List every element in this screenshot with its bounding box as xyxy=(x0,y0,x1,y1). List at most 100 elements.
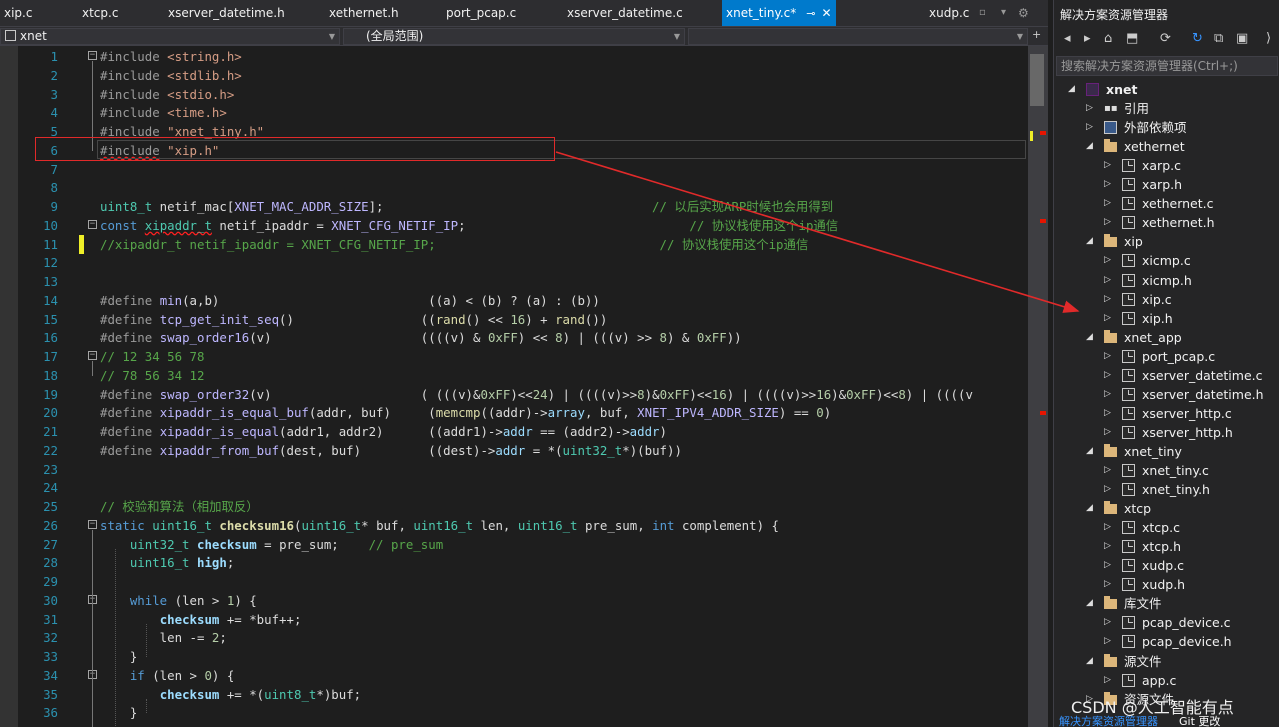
tab-solution-explorer[interactable]: 解决方案资源管理器 xyxy=(1059,716,1158,727)
tree-item-xserver-datetime-h[interactable]: ▷ xserver_datetime.h xyxy=(1054,385,1278,404)
tab-xnet-tiny-c[interactable]: xnet_tiny.c* ⊸ ✕ xyxy=(722,0,836,26)
code-line[interactable]: 21 #define xipaddr_is_equal(addr1, addr2)… xyxy=(0,422,1028,441)
code-line[interactable]: 2 #include <stdlib.h> xyxy=(0,66,1028,85)
pin-icon[interactable]: ⊸ xyxy=(806,7,815,20)
tree-item-xethernet[interactable]: ◢ xethernet xyxy=(1054,137,1278,156)
code-line[interactable]: 13 xyxy=(0,272,1028,291)
expand-arrow-icon[interactable]: ▷ xyxy=(1104,175,1111,194)
tree-item-xudp-c[interactable]: ▷ xudp.c xyxy=(1054,556,1278,575)
code-line[interactable]: 14 #define min(a,b) ((a) < (b) ? (a) : (b… xyxy=(0,291,1028,310)
code-text[interactable]: // 12 34 56 78 xyxy=(100,347,204,366)
code-text[interactable]: // 校验和算法（相加取反） xyxy=(100,497,259,516)
expand-arrow-icon[interactable]: ▷ xyxy=(1104,251,1111,270)
code-line[interactable]: 33 } xyxy=(0,647,1028,666)
member-dropdown[interactable]: ▼ xyxy=(688,28,1028,45)
code-text[interactable]: #define xipaddr_is_equal(addr1, addr2) (… xyxy=(100,422,667,441)
expand-arrow-icon[interactable]: ▷ xyxy=(1104,385,1111,404)
scope-dropdown[interactable]: (全局范围) ▼ xyxy=(343,28,685,45)
tab-port-pcap-c[interactable]: port_pcap.c xyxy=(446,0,516,26)
refresh-icon[interactable]: ↻ xyxy=(1192,31,1203,46)
home-icon[interactable]: ⌂ xyxy=(1104,31,1112,46)
tree-item-pcap-device-c[interactable]: ▷ pcap_device.c xyxy=(1054,613,1278,632)
code-line[interactable]: 25 // 校验和算法（相加取反） xyxy=(0,497,1028,516)
code-line[interactable]: 7 xyxy=(0,160,1028,179)
tree-item-xethernet-c[interactable]: ▷ xethernet.c xyxy=(1054,194,1278,213)
tab-xserver-datetime-c[interactable]: xserver_datetime.c xyxy=(567,0,683,26)
code-line[interactable]: 10 − const xipaddr_t netif_ipaddr = XNET_C… xyxy=(0,216,1028,235)
code-line[interactable]: 20 #define xipaddr_is_equal_buf(addr, buf… xyxy=(0,403,1028,422)
code-line[interactable]: 30− while (len > 1) { xyxy=(0,591,1028,610)
tree-item-xicmp-h[interactable]: ▷ xicmp.h xyxy=(1054,271,1278,290)
fold-toggle-icon[interactable]: − xyxy=(88,51,97,60)
code-text[interactable]: #define tcp_get_init_seq() ((rand() << 1… xyxy=(100,310,607,329)
code-line[interactable]: 34− if (len > 0) { xyxy=(0,666,1028,685)
forward-icon[interactable]: ▸ xyxy=(1084,31,1091,46)
code-line[interactable]: 19 #define swap_order32(v) ( (((v)&0xFF)<… xyxy=(0,385,1028,404)
settings-gear-icon[interactable]: ⚙ xyxy=(1018,0,1029,26)
more-icon[interactable]: ⟩ xyxy=(1266,31,1271,46)
code-text[interactable]: #include <stdlib.h> xyxy=(100,66,242,85)
code-text[interactable]: #define swap_order32(v) ( (((v)&0xFF)<<2… xyxy=(100,385,973,404)
code-text[interactable]: const xipaddr_t netif_ipaddr = XNET_CFG_… xyxy=(100,216,838,235)
expand-arrow-icon[interactable]: ▷ xyxy=(1104,156,1111,175)
code-text[interactable]: #include <stdio.h> xyxy=(100,85,234,104)
expand-arrow-icon[interactable]: ▷ xyxy=(1104,480,1111,499)
fold-toggle-icon[interactable]: − xyxy=(88,351,97,360)
code-text[interactable]: // 78 56 34 12 xyxy=(100,366,204,385)
code-line[interactable]: 23 xyxy=(0,460,1028,479)
code-line[interactable]: 29 xyxy=(0,572,1028,591)
expand-arrow-icon[interactable]: ▷ xyxy=(1104,366,1111,385)
code-line[interactable]: 9 uint8_t netif_mac[XNET_MAC_ADDR_SIZE]; … xyxy=(0,197,1028,216)
code-line[interactable]: 22 #define xipaddr_from_buf(dest, buf) ((… xyxy=(0,441,1028,460)
code-text[interactable]: checksum += *(uint8_t*)buf; xyxy=(100,685,361,704)
tab-git-changes[interactable]: Git 更改 xyxy=(1179,716,1220,727)
collapse-arrow-icon[interactable]: ◢ xyxy=(1086,442,1093,461)
tree-item-xserver-http-c[interactable]: ▷ xserver_http.c xyxy=(1054,404,1278,423)
code-text[interactable]: #define xipaddr_is_equal_buf(addr, buf) … xyxy=(100,403,831,422)
code-text[interactable]: uint8_t netif_mac[XNET_MAC_ADDR_SIZE]; /… xyxy=(100,197,833,216)
expand-arrow-icon[interactable]: ▷ xyxy=(1086,118,1093,137)
expand-arrow-icon[interactable]: ▷ xyxy=(1104,671,1111,690)
expand-arrow-icon[interactable]: ▷ xyxy=(1104,461,1111,480)
code-text[interactable]: len -= 2; xyxy=(100,628,227,647)
history-icon[interactable]: ⟳ xyxy=(1160,31,1171,46)
expand-arrow-icon[interactable]: ▷ xyxy=(1104,347,1111,366)
tree-item-xtcp-c[interactable]: ▷ xtcp.c xyxy=(1054,518,1278,537)
switch-view-icon[interactable]: ⬒ xyxy=(1126,31,1138,46)
code-text[interactable]: while (len > 1) { xyxy=(100,591,257,610)
expand-arrow-icon[interactable]: ▷ xyxy=(1104,518,1111,537)
fold-toggle-icon[interactable]: − xyxy=(88,219,97,229)
expand-arrow-icon[interactable]: ▷ xyxy=(1104,271,1111,290)
expand-arrow-icon[interactable]: ▷ xyxy=(1104,309,1111,328)
split-editor-icon[interactable]: + xyxy=(1032,28,1041,41)
code-text[interactable]: #include <time.h> xyxy=(100,103,227,122)
tree-item-xtcp[interactable]: ◢ xtcp xyxy=(1054,499,1278,518)
code-text[interactable]: #define xipaddr_from_buf(dest, buf) ((de… xyxy=(100,441,682,460)
collapse-arrow-icon[interactable]: ◢ xyxy=(1086,137,1093,156)
code-line[interactable]: 3 #include <stdio.h> xyxy=(0,85,1028,104)
code-text[interactable]: #include <string.h> xyxy=(100,47,242,66)
code-text[interactable]: } xyxy=(100,703,137,722)
expand-arrow-icon[interactable]: ▷ xyxy=(1104,556,1111,575)
code-line[interactable]: 18 // 78 56 34 12 xyxy=(0,366,1028,385)
code-line[interactable]: 36 } xyxy=(0,703,1028,722)
explorer-search-input[interactable]: 搜索解决方案资源管理器(Ctrl+;) xyxy=(1056,56,1278,76)
code-text[interactable]: #define min(a,b) ((a) < (b) ? (a) : (b)) xyxy=(100,291,600,310)
expand-arrow-icon[interactable]: ▷ xyxy=(1104,575,1111,594)
tree-item-xethernet-h[interactable]: ▷ xethernet.h xyxy=(1054,213,1278,232)
tab-list-dropdown-icon[interactable]: ▾ xyxy=(1001,0,1006,26)
code-line[interactable]: 11 //xipaddr_t netif_ipaddr = XNET_CFG_NE… xyxy=(0,234,1028,254)
code-line[interactable]: 35 checksum += *(uint8_t*)buf; xyxy=(0,685,1028,704)
code-line[interactable]: 28 uint16_t high; xyxy=(0,553,1028,572)
code-text[interactable]: uint16_t high; xyxy=(100,553,234,572)
collapse-arrow-icon[interactable]: ◢ xyxy=(1086,499,1093,518)
tree-item-xnet-tiny[interactable]: ◢ xnet_tiny xyxy=(1054,442,1278,461)
tree-item--[interactable]: ▷ ▪▪ 引用 xyxy=(1054,99,1278,118)
code-text[interactable]: static uint16_t checksum16(uint16_t* buf… xyxy=(100,516,779,535)
back-icon[interactable]: ◂ xyxy=(1064,31,1071,46)
code-line[interactable]: 17 −// 12 34 56 78 xyxy=(0,347,1028,366)
expand-arrow-icon[interactable]: ▷ xyxy=(1104,632,1111,651)
code-line[interactable]: 4 #include <time.h> xyxy=(0,103,1028,122)
code-text[interactable]: uint32_t checksum = pre_sum; // pre_sum xyxy=(100,535,443,554)
code-text[interactable]: #define swap_order16(v) ((((v) & 0xFF) <… xyxy=(100,328,742,347)
